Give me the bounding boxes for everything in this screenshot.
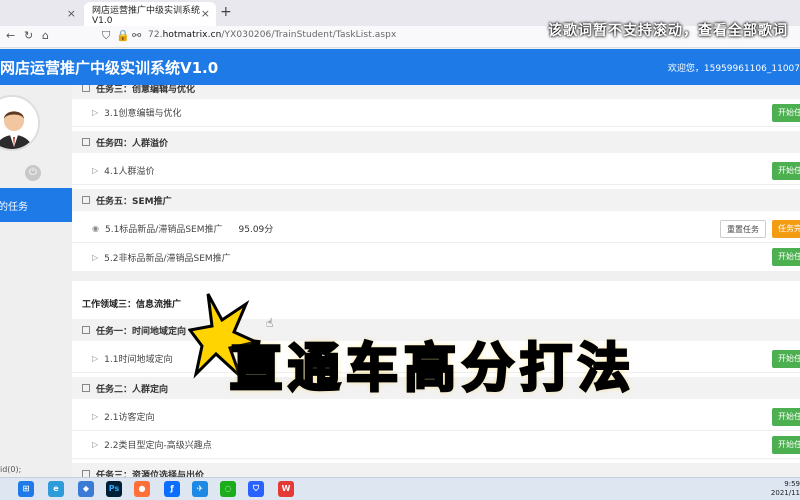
play-icon: ▷ <box>92 440 99 449</box>
flash-icon[interactable]: ƒ <box>164 481 180 497</box>
play-icon: ▷ <box>92 108 99 117</box>
start-task-button[interactable]: 开始任务 <box>772 162 800 180</box>
photoshop-icon[interactable]: Ps <box>106 481 122 497</box>
reset-task-button[interactable]: 重置任务 <box>720 220 766 238</box>
power-icon[interactable]: ⏻ <box>25 165 41 181</box>
task-row: ▷ 5.2非标品新品/滞销品SEM推广 开始任务 <box>72 243 800 271</box>
checkbox-icon <box>82 85 90 92</box>
section-header: 任务五：SEM推广 <box>72 189 800 211</box>
checkbox-icon <box>82 326 90 334</box>
section-header: 任务三：创意编辑与优化 <box>72 85 800 99</box>
clock-date: 2021/11 <box>770 489 800 497</box>
lyric-overlay: 该歌词暂不支持滚动，查看全部歌词 <box>548 23 788 39</box>
start-task-button[interactable]: 开始任务 <box>772 248 800 266</box>
wps-icon[interactable]: W <box>278 481 294 497</box>
video-caption: 直通车高分打法 <box>228 338 637 401</box>
start-task-button[interactable]: 开始任务 <box>772 408 800 426</box>
eye-icon: ◉ <box>92 224 99 233</box>
section-header-label: 任务三：创意编辑与优化 <box>96 85 196 95</box>
url-host: hotmatrix.cn <box>162 30 222 40</box>
task-card: 任务三：创意编辑与优化 ▷ 3.1创意编辑与优化 开始任务 任务四：人群溢价 ▷… <box>72 85 800 271</box>
checkbox-icon <box>82 470 90 477</box>
browser-tab-2[interactable]: 网店运营推广中级实训系统V1.0 × <box>84 2 216 26</box>
task-row-label: 4.1人群溢价 <box>104 167 155 177</box>
browser-tab-2-label: 网店运营推广中级实训系统V1.0 <box>92 5 201 26</box>
checkbox-icon <box>82 138 90 146</box>
home-icon[interactable]: ⌂ <box>42 29 49 42</box>
task-row-label: 5.2非标品新品/滞销品SEM推广 <box>104 253 231 264</box>
play-icon: ▷ <box>92 412 99 421</box>
shield-app-icon[interactable]: ⛉ <box>248 481 264 497</box>
app-title: 网店运营推广中级实训系统V1.0 <box>0 59 219 77</box>
work-field-header: 工作领域三：信息流推广 <box>82 300 182 310</box>
new-tab-icon[interactable]: + <box>220 4 232 20</box>
sidebar: ⏻ 我的任务 id(0); <box>0 85 72 477</box>
wechat-icon[interactable]: ◌ <box>220 481 236 497</box>
task-row-label: 5.1标品新品/滞销品SEM推广 <box>104 225 223 235</box>
section-header-label: 任务二：人群定向 <box>96 384 169 395</box>
feishu-icon[interactable]: ✈ <box>192 481 208 497</box>
section-header: 任务三：资源位选择与出价 <box>72 463 800 477</box>
task-row-label: 2.2类目型定向-高级兴趣点 <box>104 441 212 451</box>
sidebar-item-my-tasks[interactable]: 我的任务 <box>0 188 72 222</box>
play-icon: ▷ <box>92 354 99 363</box>
url-prefix: 72. <box>148 30 163 40</box>
task-row-label: 1.1时间地域定向 <box>104 355 173 365</box>
app-header: 网店运营推广中级实训系统V1.0 欢迎您，15959961106_11007 <box>0 49 800 85</box>
sidebar-footer-text: id(0); <box>0 465 22 474</box>
start-icon[interactable]: ⊞ <box>18 481 34 497</box>
task-list-panel: 任务三：创意编辑与优化 ▷ 3.1创意编辑与优化 开始任务 任务四：人群溢价 ▷… <box>72 85 800 477</box>
lock-icon[interactable]: 🔒 <box>116 29 130 42</box>
firefox-icon[interactable]: ● <box>134 481 150 497</box>
back-icon[interactable]: ← <box>6 29 15 42</box>
task-row: ▷ 4.1人群溢价 开始任务 <box>72 157 800 185</box>
task-row: ▷ 2.1访客定向 开始任务 <box>72 403 800 431</box>
url-path: /YX030206/TrainStudent/TaskList.aspx <box>221 30 397 40</box>
avatar <box>0 95 40 151</box>
play-icon: ▷ <box>92 252 99 262</box>
taskbar: ⊞ e ◆ Ps ● ƒ ✈ ◌ ⛉ W 9:59 2021/11 <box>0 477 800 500</box>
user-avatar-icon <box>0 97 38 149</box>
clock-time: 9:59 <box>784 480 800 488</box>
section-header-label: 任务四：人群溢价 <box>96 138 169 149</box>
refresh-icon[interactable]: ↻ <box>24 29 33 42</box>
start-task-button[interactable]: 开始任务 <box>772 350 800 368</box>
system-tray: 9:59 2021/11 <box>771 480 800 498</box>
start-task-button[interactable]: 开始任务 <box>772 436 800 454</box>
checkbox-icon <box>82 384 90 392</box>
start-task-button[interactable]: 开始任务 <box>772 104 800 122</box>
checkbox-icon <box>82 196 90 204</box>
url-field[interactable]: 72.hotmatrix.cn/YX030206/TrainStudent/Ta… <box>148 30 396 40</box>
task-row-label: 2.1访客定向 <box>104 413 155 423</box>
section-header-label: 任务五：SEM推广 <box>96 196 172 207</box>
task-row-label: 3.1创意编辑与优化 <box>104 109 182 119</box>
task-row: ▷ 2.2类目型定向-高级兴趣点 开始任务 <box>72 431 800 459</box>
play-icon: ▷ <box>92 166 99 175</box>
shield-icon[interactable]: ⛉ <box>102 29 110 43</box>
section-header-label: 任务三：资源位选择与出价 <box>96 470 205 478</box>
browser-tab-1[interactable]: × <box>0 2 82 26</box>
app-icon[interactable]: ◆ <box>78 481 94 497</box>
task-score: 95.09分 <box>238 225 274 235</box>
task-complete-button[interactable]: 任务完成 <box>772 220 800 238</box>
sidebar-item-label: 我的任务 <box>0 202 28 213</box>
close-tab-icon[interactable]: × <box>201 7 210 20</box>
hand-cursor-icon: ☝ <box>266 316 274 330</box>
task-row: ▷ 3.1创意编辑与优化 开始任务 <box>72 99 800 127</box>
welcome-text: 欢迎您，15959961106_11007 <box>667 64 800 74</box>
edge-icon[interactable]: e <box>48 481 64 497</box>
permissions-icon[interactable]: ⚯ <box>132 29 141 42</box>
section-header-label: 任务一：时间地域定向 <box>96 326 187 337</box>
close-tab-icon[interactable]: × <box>67 7 76 20</box>
section-header: 任务四：人群溢价 <box>72 131 800 153</box>
task-row: ◉ 5.1标品新品/滞销品SEM推广 95.09分 重置任务 任务完成 <box>72 215 800 243</box>
